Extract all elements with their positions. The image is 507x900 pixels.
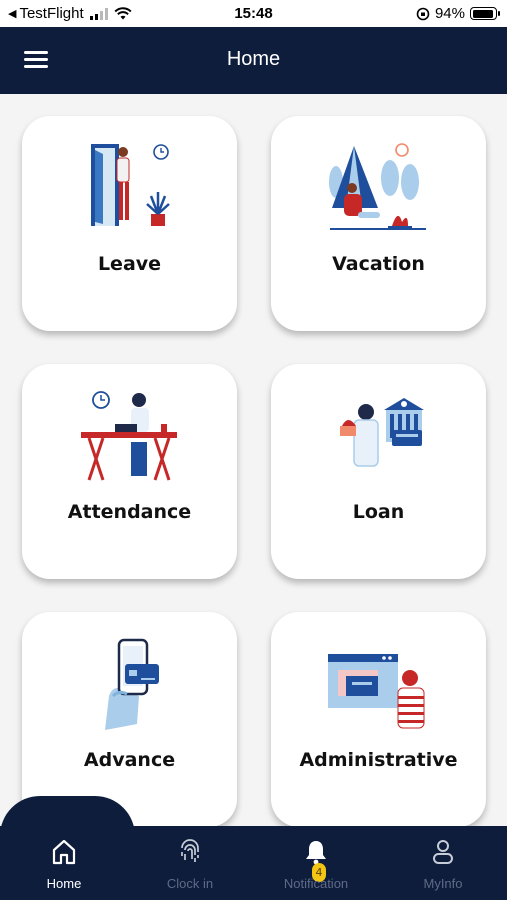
status-bar: ◀ TestFlight 15:48 94%	[0, 0, 507, 27]
advance-label: Advance	[83, 749, 176, 771]
administrative-label: Administrative	[299, 749, 458, 771]
nav-clock-in-label: Clock in	[166, 876, 214, 891]
phone-card-illustration	[105, 638, 159, 730]
door-person-illustration	[91, 144, 170, 226]
nav-myinfo-label: MyInfo	[423, 876, 463, 891]
fingerprint-icon	[181, 839, 199, 862]
leave-card[interactable]: Leave	[22, 116, 237, 331]
loan-card[interactable]: Loan	[271, 364, 486, 579]
page-title: Home	[226, 48, 281, 70]
battery-fill	[472, 9, 494, 18]
leave-label: Leave	[97, 253, 162, 275]
presenter-screen-illustration	[328, 654, 425, 729]
bank-money-illustration	[340, 398, 424, 467]
attendance-card[interactable]: Attendance	[22, 364, 237, 579]
vacation-label: Vacation	[332, 253, 425, 275]
battery-percent: 94%	[434, 5, 465, 22]
app-header: Home	[0, 27, 507, 94]
battery-icon	[470, 7, 500, 20]
nav-item-myinfo[interactable]: MyInfo	[380, 826, 506, 900]
desk-worker-illustration	[81, 391, 177, 481]
user-icon	[433, 840, 453, 864]
camping-tent-illustration	[329, 143, 426, 230]
loan-label: Loan	[352, 501, 405, 523]
home-icon	[52, 839, 76, 865]
nav-item-notification[interactable]: 4 Notification	[253, 826, 379, 900]
attendance-label: Attendance	[67, 501, 192, 523]
bell-icon	[306, 841, 326, 865]
bottom-navigation: Home Clock in 4 Notification MyInfo	[0, 826, 507, 900]
status-bar-right: 94%	[416, 5, 500, 22]
nav-item-home[interactable]: Home	[1, 826, 127, 900]
nav-item-clock-in[interactable]: Clock in	[127, 826, 253, 900]
advance-card[interactable]: Advance	[22, 612, 237, 827]
vacation-card[interactable]: Vacation	[271, 116, 486, 331]
administrative-card[interactable]: Administrative	[271, 612, 486, 827]
orientation-lock-icon	[416, 7, 430, 20]
app-screen: ◀ TestFlight 15:48 94% Home Leave Vacati…	[0, 0, 507, 900]
nav-notification-label: Notification	[283, 876, 349, 891]
nav-home-label: Home	[46, 876, 82, 891]
